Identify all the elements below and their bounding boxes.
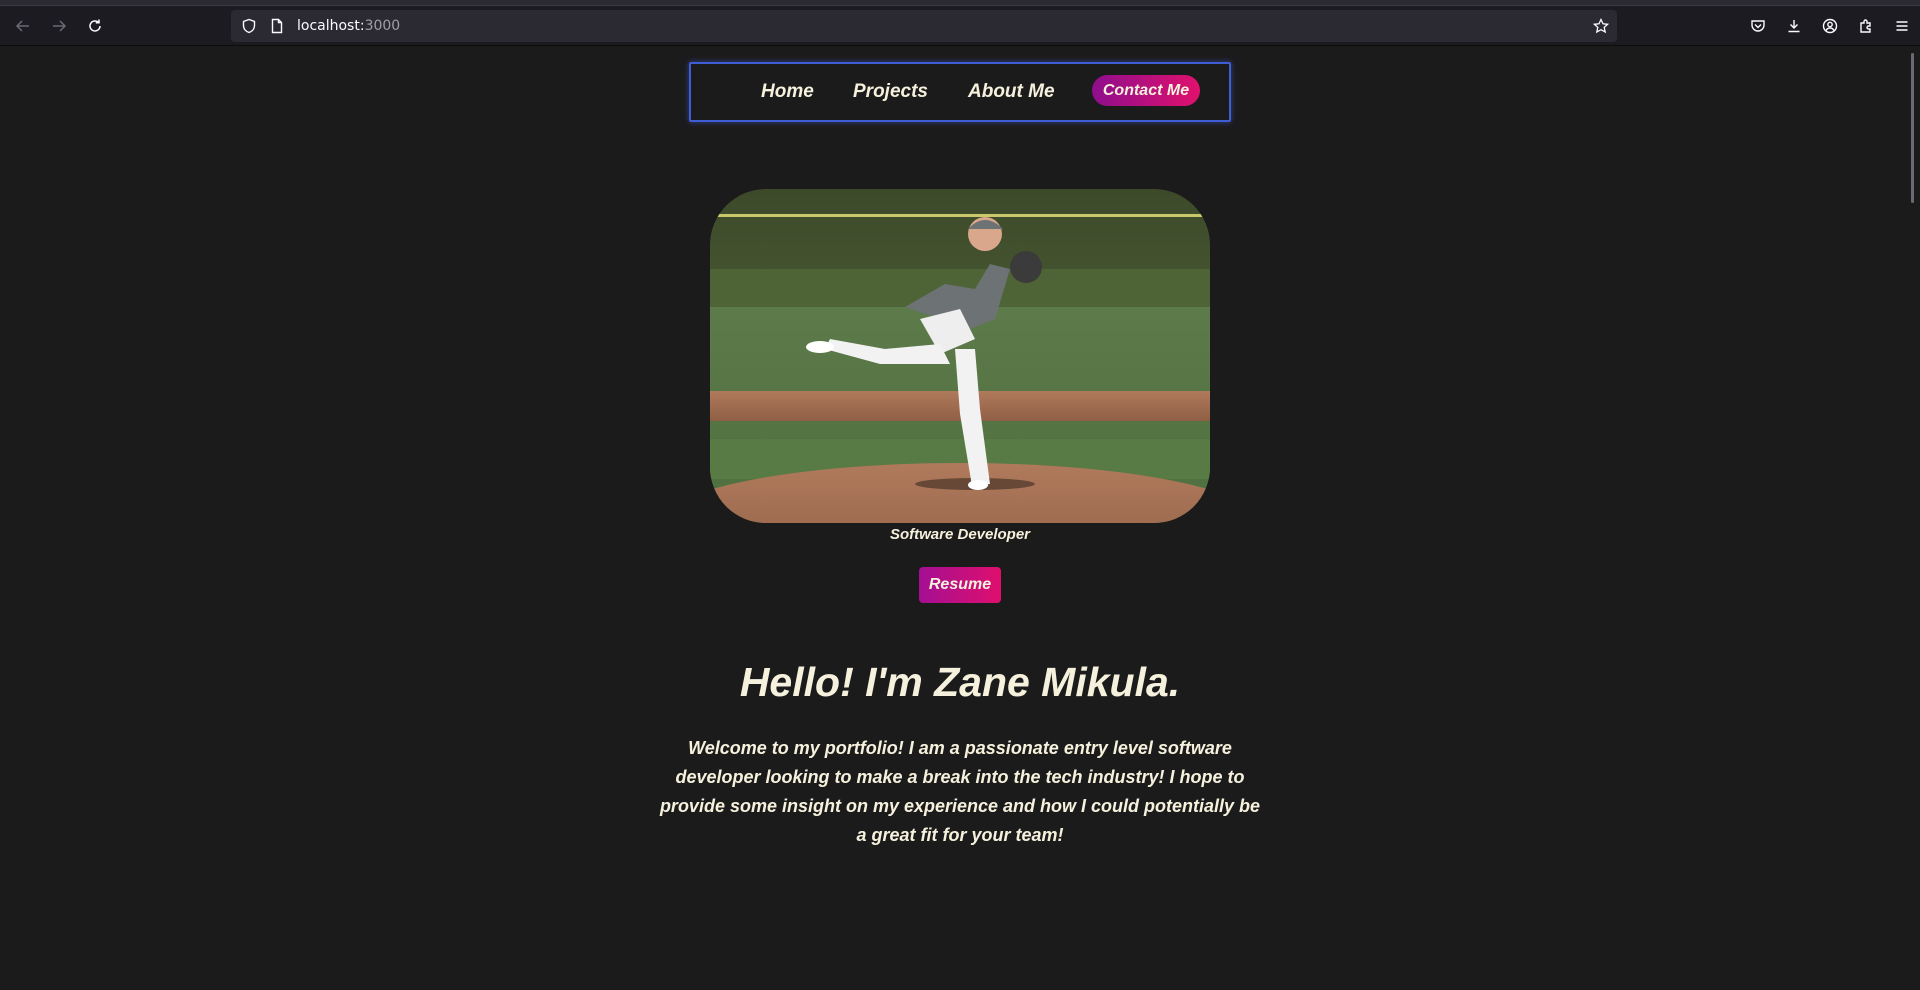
bookmark-star-icon[interactable] [1592, 17, 1610, 34]
nav-about-link[interactable]: About Me [968, 81, 1055, 103]
page-scrollbar[interactable] [1906, 47, 1920, 990]
url-host: localhost: [297, 18, 365, 34]
browser-toolbar: localhost:3000 [0, 6, 1920, 46]
nav-home-link[interactable]: Home [761, 81, 814, 103]
page-icon[interactable] [269, 18, 285, 34]
url-text[interactable]: localhost:3000 [297, 18, 400, 34]
scrollbar-thumb[interactable] [1911, 53, 1914, 203]
page-content: Home Projects About Me Contact Me Softwa… [0, 47, 1906, 990]
url-bar[interactable]: localhost:3000 [231, 10, 1617, 42]
profile-photo [710, 189, 1210, 523]
role-subtitle: Software Developer [889, 526, 1031, 543]
resume-button[interactable]: Resume [919, 567, 1001, 603]
nav-projects-link[interactable]: Projects [853, 81, 928, 103]
download-icon[interactable] [1776, 8, 1812, 44]
intro-paragraph: Welcome to my portfolio! I am a passiona… [659, 738, 1261, 845]
greeting-heading: Hello! I'm Zane Mikula. [739, 659, 1181, 705]
contact-me-button[interactable]: Contact Me [1092, 75, 1200, 106]
shield-icon[interactable] [241, 18, 257, 34]
back-icon[interactable] [5, 8, 41, 44]
extensions-icon[interactable] [1848, 8, 1884, 44]
menu-icon[interactable] [1884, 8, 1920, 44]
pocket-icon[interactable] [1740, 8, 1776, 44]
reload-icon[interactable] [77, 8, 113, 44]
toolbar-right-icons [1740, 6, 1920, 46]
url-port: 3000 [364, 18, 401, 34]
account-icon[interactable] [1812, 8, 1848, 44]
main-navbar: Home Projects About Me Contact Me [689, 62, 1231, 122]
forward-icon[interactable] [41, 8, 77, 44]
